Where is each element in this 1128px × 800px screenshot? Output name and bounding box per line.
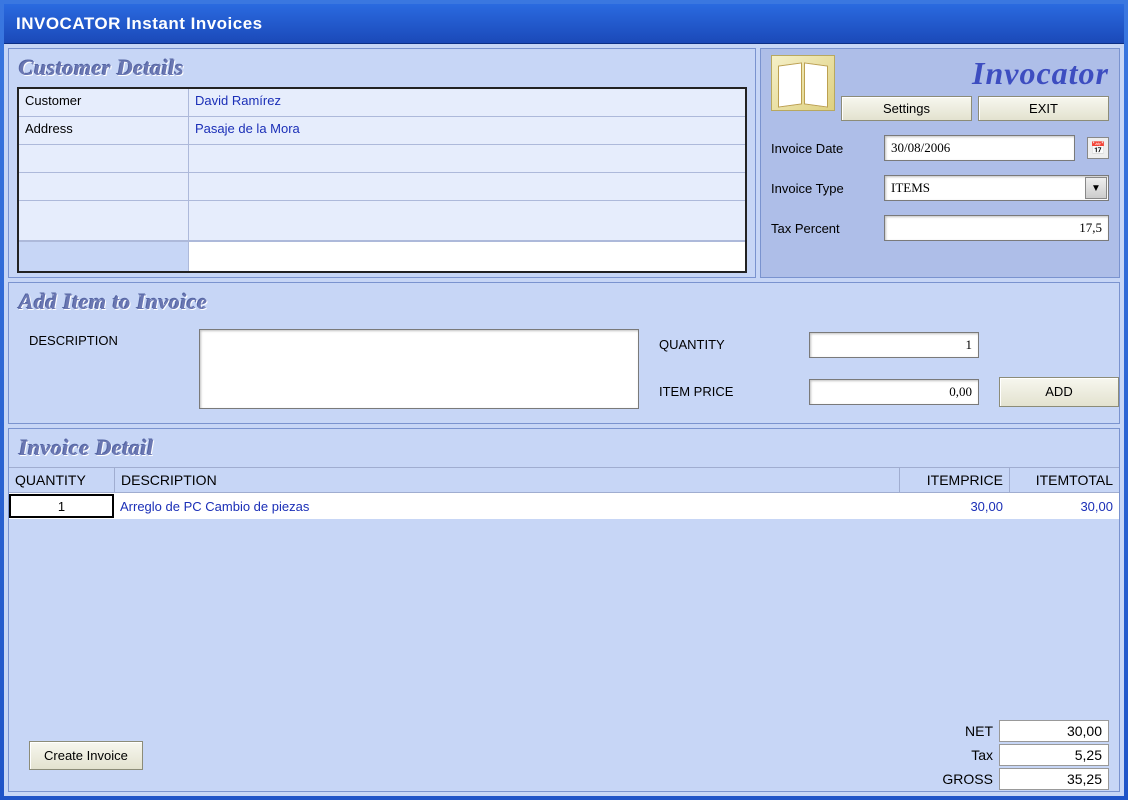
create-invoice-button[interactable]: Create Invoice — [29, 741, 143, 770]
cell-total: 30,00 — [1009, 497, 1119, 516]
customer-row-empty1 — [19, 145, 745, 173]
customer-details-panel: Customer Details Customer David Ramírez … — [8, 48, 756, 278]
cell-qty[interactable]: 1 — [9, 494, 114, 518]
tax-value: 5,25 — [999, 744, 1109, 766]
quantity-input[interactable] — [809, 332, 979, 358]
customer-name-value[interactable]: David Ramírez — [189, 89, 745, 116]
gross-value: 35,25 — [999, 768, 1109, 790]
description-label: DESCRIPTION — [29, 329, 179, 348]
item-price-label: ITEM PRICE — [659, 384, 789, 399]
tax-label: Tax — [913, 747, 993, 763]
col-itemprice: ITEMPRICE — [899, 468, 1009, 492]
detail-grid-header: QUANTITY DESCRIPTION ITEMPRICE ITEMTOTAL — [9, 467, 1119, 493]
add-button[interactable]: ADD — [999, 377, 1119, 407]
customer-address-value[interactable]: Pasaje de la Mora — [189, 117, 745, 144]
quantity-label: QUANTITY — [659, 337, 789, 352]
invoice-meta-panel: Invocator Settings EXIT Invoice Date 📅 I… — [760, 48, 1120, 278]
invoice-date-input[interactable] — [884, 135, 1075, 161]
invoice-date-label: Invoice Date — [771, 141, 876, 156]
customer-grid[interactable]: Customer David Ramírez Address Pasaje de… — [17, 87, 747, 273]
brand-text: Invocator — [841, 55, 1109, 92]
gross-label: GROSS — [913, 771, 993, 787]
invoice-type-label: Invoice Type — [771, 181, 876, 196]
customer-row-address: Address Pasaje de la Mora — [19, 117, 745, 145]
invoice-detail-panel: Invoice Detail QUANTITY DESCRIPTION ITEM… — [8, 428, 1120, 792]
customer-grid-footer — [19, 241, 745, 271]
invoice-detail-title: Invoice Detail — [9, 429, 1119, 467]
window-title: INVOCATOR Instant Invoices — [16, 14, 263, 34]
tax-percent-label: Tax Percent — [771, 221, 876, 236]
detail-footer: Create Invoice NET 30,00 Tax 5,25 GROSS … — [9, 717, 1119, 791]
cell-price: 30,00 — [899, 497, 1009, 516]
top-row: Customer Details Customer David Ramírez … — [8, 48, 1120, 278]
chevron-down-icon[interactable]: ▼ — [1085, 177, 1107, 199]
cell-desc[interactable]: Arreglo de PC Cambio de piezas — [114, 497, 899, 516]
app-window: INVOCATOR Instant Invoices Customer Deta… — [0, 0, 1128, 800]
add-item-panel: Add Item to Invoice DESCRIPTION QUANTITY… — [8, 282, 1120, 424]
customer-row-empty3 — [19, 201, 745, 241]
item-price-input[interactable] — [809, 379, 979, 405]
table-row[interactable]: 1 Arreglo de PC Cambio de piezas 30,00 3… — [9, 493, 1119, 519]
invoice-type-select[interactable] — [884, 175, 1109, 201]
settings-button[interactable]: Settings — [841, 96, 972, 121]
brand-icon — [771, 55, 835, 111]
customer-row-name: Customer David Ramírez — [19, 89, 745, 117]
detail-grid-body[interactable]: 1 Arreglo de PC Cambio de piezas 30,00 3… — [9, 493, 1119, 717]
customer-row-empty2 — [19, 173, 745, 201]
client-area: Customer Details Customer David Ramírez … — [4, 44, 1124, 796]
customer-details-title: Customer Details — [9, 49, 755, 87]
net-label: NET — [913, 723, 993, 739]
address-label: Address — [19, 117, 189, 144]
col-itemtotal: ITEMTOTAL — [1009, 468, 1119, 492]
exit-button[interactable]: EXIT — [978, 96, 1109, 121]
totals-block: NET 30,00 Tax 5,25 GROSS 35,25 — [913, 720, 1109, 790]
add-item-title: Add Item to Invoice — [9, 283, 1119, 321]
col-description: DESCRIPTION — [114, 468, 899, 492]
window-titlebar[interactable]: INVOCATOR Instant Invoices — [4, 4, 1124, 44]
net-value: 30,00 — [999, 720, 1109, 742]
tax-percent-input[interactable] — [884, 215, 1109, 241]
col-quantity: QUANTITY — [9, 468, 114, 492]
calendar-icon[interactable]: 📅 — [1087, 137, 1109, 159]
customer-label: Customer — [19, 89, 189, 116]
description-input[interactable] — [199, 329, 639, 409]
